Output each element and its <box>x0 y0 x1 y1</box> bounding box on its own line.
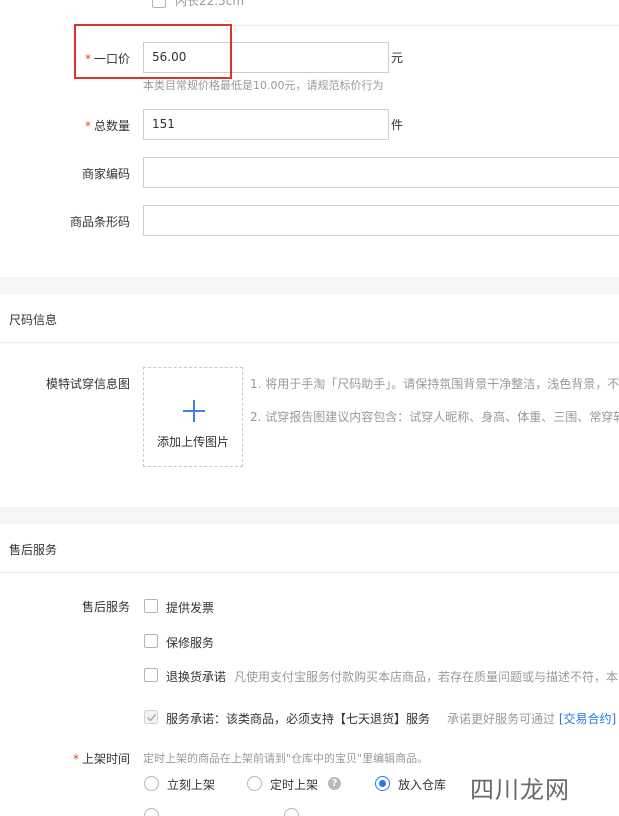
size-section-title: 尺码信息 <box>9 313 58 327</box>
service-promise-desc-text: 承诺更好服务可通过 <box>447 712 556 726</box>
listing-time-label: * 上架时间 <box>73 750 130 767</box>
size-tip-2: 2. 试穿报告图建议内容包含：试穿人昵称、身高、体重、三围、常穿轧 <box>250 410 619 424</box>
trade-contract-link[interactable]: [交易合约] <box>559 712 616 726</box>
service-promise-checkbox <box>144 710 158 724</box>
listing-time-hint: 定时上架的商品在上架前请到"仓库中的宝贝"里编辑商品。 <box>143 752 429 765</box>
invoice-checkbox-label: 提供发票 <box>166 601 215 615</box>
after-sales-label: 售后服务 <box>81 600 130 614</box>
upload-label: 添加上传图片 <box>156 435 229 449</box>
model-photo-label: 模特试穿信息图 <box>45 377 130 391</box>
merchant-code-label: 商家编码 <box>81 167 130 181</box>
price-highlight-box <box>74 24 232 79</box>
invoice-checkbox[interactable] <box>144 599 158 613</box>
bottom-radio-2[interactable] <box>284 808 299 816</box>
quantity-label-text: 总数量 <box>93 119 130 133</box>
upload-box[interactable]: 添加上传图片 <box>143 367 243 467</box>
radio-list-now-label: 立刻上架 <box>167 778 216 792</box>
section-gap-1 <box>0 277 619 294</box>
barcode-input[interactable] <box>143 205 619 236</box>
size-tip-1: 1. 将用于手淘「尺码助手」。请保持氛围背景干净整洁，浅色背景，不 <box>250 377 619 391</box>
quantity-unit: 件 <box>391 118 404 132</box>
quantity-required-mark: * <box>84 119 91 133</box>
top-remnant-checkbox-label: 内长22.5cm <box>175 0 245 8</box>
service-promise-label: 服务承诺：该类商品，必须支持【七天退货】服务 <box>166 712 431 726</box>
service-promise-desc: 承诺更好服务可通过 [交易合约] <box>447 710 616 727</box>
watermark: 四川龙网 <box>470 776 570 804</box>
radio-list-now[interactable] <box>144 776 159 791</box>
quantity-label: * 总数量 <box>85 117 130 134</box>
listing-time-required-mark: * <box>72 752 79 766</box>
price-hint: 本类目常规价格最低是10.00元，请规范标价行为 <box>143 79 384 92</box>
check-icon <box>146 713 157 722</box>
return-promise-desc: 凡使用支付宝服务付款购买本店商品，若存在质量问题或与描述不符，本 <box>234 670 619 684</box>
size-section-divider <box>0 342 619 343</box>
radio-scheduled[interactable] <box>247 776 262 791</box>
merchant-code-input[interactable] <box>143 157 619 188</box>
barcode-label: 商品条形码 <box>69 215 130 229</box>
section-gap-2 <box>0 507 619 524</box>
radio-warehouse-label: 放入仓库 <box>398 778 447 792</box>
top-remnant-checkbox[interactable] <box>152 0 166 8</box>
warranty-checkbox-label: 保修服务 <box>166 636 215 650</box>
price-unit: 元 <box>391 51 404 65</box>
radio-warehouse[interactable] <box>375 776 390 791</box>
warranty-checkbox[interactable] <box>144 634 158 648</box>
return-promise-checkbox-label: 退换货承诺 <box>166 670 227 684</box>
bottom-radio-1[interactable] <box>144 808 159 816</box>
return-promise-checkbox[interactable] <box>144 668 158 682</box>
plus-icon <box>183 400 205 422</box>
quantity-input[interactable]: 151 <box>143 109 389 140</box>
listing-time-label-text: 上架时间 <box>81 752 130 766</box>
after-sales-divider <box>0 572 619 573</box>
help-icon[interactable]: ? <box>328 777 341 790</box>
radio-scheduled-label: 定时上架 <box>270 778 319 792</box>
after-sales-title: 售后服务 <box>9 543 58 557</box>
